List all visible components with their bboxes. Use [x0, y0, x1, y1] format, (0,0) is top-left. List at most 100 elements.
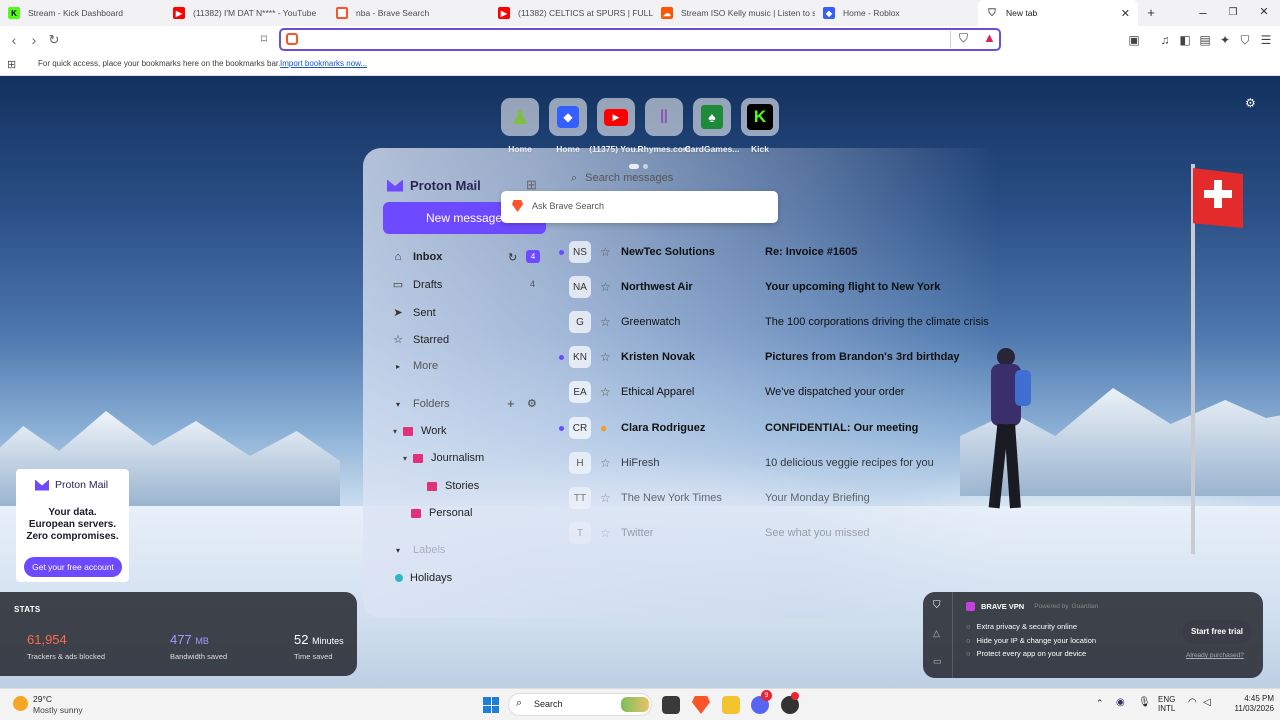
- tray-app-icon[interactable]: ◉: [1116, 697, 1125, 708]
- search-highlight-icon: [621, 697, 649, 712]
- task-view-icon[interactable]: [662, 696, 680, 714]
- back-icon[interactable]: ‹: [6, 32, 22, 48]
- brave-search-icon: [286, 33, 298, 45]
- trackers-blocked-value: 61,954: [27, 632, 67, 647]
- message-row: CR ● Clara Rodriguez CONFIDENTIAL: Our m…: [559, 413, 998, 443]
- input-language[interactable]: ENG INTL: [1158, 695, 1175, 713]
- unread-dot: [559, 426, 564, 431]
- apps-grid-icon[interactable]: ⊞: [7, 58, 16, 71]
- get-free-account-button[interactable]: Get your free account: [24, 557, 122, 577]
- tab-new-tab[interactable]: ⛉ New tab ✕: [978, 0, 1138, 26]
- label-holidays: Holidays: [395, 572, 452, 584]
- brave-rewards-icon[interactable]: ▲: [983, 30, 996, 45]
- youtube-icon: ▶: [498, 7, 510, 19]
- youtube-icon: ▶: [173, 7, 185, 19]
- brave-browser-icon[interactable]: [692, 696, 710, 714]
- widget-tabs: ⛉ △ ▭: [923, 592, 953, 678]
- new-tab-button[interactable]: +: [1141, 5, 1161, 20]
- star-icon: ☆: [600, 280, 611, 294]
- already-purchased-link[interactable]: Already purchased?: [1186, 652, 1244, 659]
- vpn-shield-icon[interactable]: ⛉: [933, 600, 941, 611]
- windows-start-icon[interactable]: [483, 697, 499, 713]
- vpn-icon[interactable]: ⛉: [1237, 33, 1253, 48]
- check-icon: ○: [966, 622, 971, 631]
- proton-mail-icon: [387, 179, 403, 192]
- discord-icon[interactable]: 9: [751, 690, 772, 714]
- folder-icon: [427, 481, 437, 491]
- weather-temp[interactable]: 29°C: [33, 694, 52, 704]
- star-icon: ☆: [600, 385, 611, 399]
- window-close-button[interactable]: ✕: [1254, 5, 1274, 18]
- volume-icon[interactable]: ◁: [1203, 697, 1211, 708]
- labels-heading: ▾ Labels: [395, 544, 446, 556]
- ask-brave-search-box[interactable]: Ask Brave Search: [501, 191, 778, 223]
- leo-ai-icon[interactable]: ✦: [1217, 33, 1233, 47]
- address-bar[interactable]: ⛉ ▲: [279, 28, 1001, 51]
- kick-icon: K: [8, 7, 20, 19]
- nav-starred: ☆ Starred: [391, 333, 449, 347]
- sidebar-panel-icon[interactable]: ▣: [1126, 33, 1142, 47]
- tab-brave-search[interactable]: nba - Brave Search: [328, 0, 490, 26]
- weather-desc[interactable]: Mostly sunny: [33, 705, 83, 715]
- card-icon[interactable]: ▭: [933, 656, 942, 667]
- app-icon[interactable]: [781, 692, 799, 714]
- chevron-right-icon: ▸: [395, 361, 400, 371]
- kick-icon: K: [741, 98, 779, 136]
- start-free-trial-button[interactable]: Start free trial: [1182, 620, 1252, 644]
- sidebar-icon[interactable]: ◧: [1177, 33, 1193, 47]
- folder-personal: Personal: [411, 507, 472, 519]
- tray-chevron-icon[interactable]: ⌃: [1096, 698, 1104, 709]
- star-icon: ☆: [600, 315, 611, 329]
- tab-strip: K Stream - Kick Dashboard ▶ (11382) I'M …: [0, 0, 1280, 26]
- clock[interactable]: 4:45 PM 11/03/2026: [1226, 694, 1274, 714]
- vpn-header: BRAVE VPN Powered by Guardian: [966, 602, 1098, 611]
- tab-title: Stream ISO Kelly music | Listen to so: [681, 8, 815, 18]
- wifi-icon[interactable]: ◠: [1188, 697, 1197, 708]
- tab-youtube-1[interactable]: ▶ (11382) I'M DAT N**** - YouTube: [165, 0, 328, 26]
- taskbar-search[interactable]: ⌕ Search: [508, 693, 652, 716]
- file-explorer-icon[interactable]: [722, 696, 740, 714]
- tab-kick[interactable]: K Stream - Kick Dashboard: [0, 0, 165, 26]
- microphone-icon[interactable]: 🎙: [1138, 697, 1151, 708]
- nav-drafts: ▭ Drafts: [392, 278, 443, 292]
- maximize-button[interactable]: ❐: [1223, 7, 1243, 18]
- close-tab-icon[interactable]: ✕: [1121, 7, 1130, 20]
- chevron-down-icon: ▾: [395, 399, 400, 409]
- tab-title: New tab: [1006, 8, 1038, 18]
- message-row: KN ☆ Kristen Novak Pictures from Brandon…: [559, 342, 998, 372]
- proton-ad-tagline: Your data. European servers. Zero compro…: [26, 507, 119, 542]
- new-tab-page: ⚙ ♟ Home ◆ Home ▶ (11375) You... ‖ Rhyme…: [0, 76, 1280, 688]
- message-row: EA ☆ Ethical Apparel We've dispatched yo…: [559, 377, 998, 407]
- tab-roblox[interactable]: ◆ Home - Roblox: [815, 0, 977, 26]
- tab-soundcloud[interactable]: ☁ Stream ISO Kelly music | Listen to so: [653, 0, 815, 26]
- tab-youtube-2[interactable]: ▶ (11382) CELTICS at SPURS | FULL GA: [490, 0, 653, 26]
- ask-search-placeholder: Ask Brave Search: [532, 201, 605, 211]
- trackers-blocked-label: Trackers & ads blocked: [27, 652, 106, 661]
- bookmark-icon[interactable]: ⌑: [256, 32, 272, 46]
- menu-icon[interactable]: ☰: [1258, 33, 1274, 47]
- folder-icon: [411, 508, 421, 518]
- folder-journalism: ▾ Journalism: [403, 452, 485, 464]
- youtube-icon: ▶: [597, 98, 635, 136]
- weather-icon[interactable]: [13, 696, 28, 711]
- drafts-icon: ▭: [392, 279, 404, 291]
- minimize-button[interactable]: –: [1193, 5, 1213, 20]
- forward-icon[interactable]: ›: [26, 32, 42, 48]
- star-icon: ☆: [393, 334, 403, 346]
- warning-icon[interactable]: △: [933, 628, 940, 639]
- settings-gear-icon[interactable]: ⚙: [1245, 96, 1256, 110]
- top-site-kick[interactable]: K Kick: [730, 98, 790, 154]
- brave-shields-icon[interactable]: ⛉: [959, 31, 968, 46]
- wallet-icon[interactable]: ▤: [1197, 33, 1213, 47]
- brave-icon: [512, 200, 523, 212]
- address-input[interactable]: [305, 32, 905, 48]
- proton-mail-icon: [35, 479, 49, 491]
- import-bookmarks-link[interactable]: Import bookmarks now...: [280, 59, 367, 68]
- time-saved-label: Time saved: [294, 652, 333, 661]
- media-icon[interactable]: ♫: [1157, 33, 1173, 47]
- check-icon: ○: [966, 635, 971, 645]
- folder-icon: [413, 453, 424, 463]
- message-row: T ☆ Twitter See what you missed: [559, 518, 998, 548]
- brave-search-icon: [336, 7, 348, 19]
- reload-icon[interactable]: ↻: [46, 32, 62, 48]
